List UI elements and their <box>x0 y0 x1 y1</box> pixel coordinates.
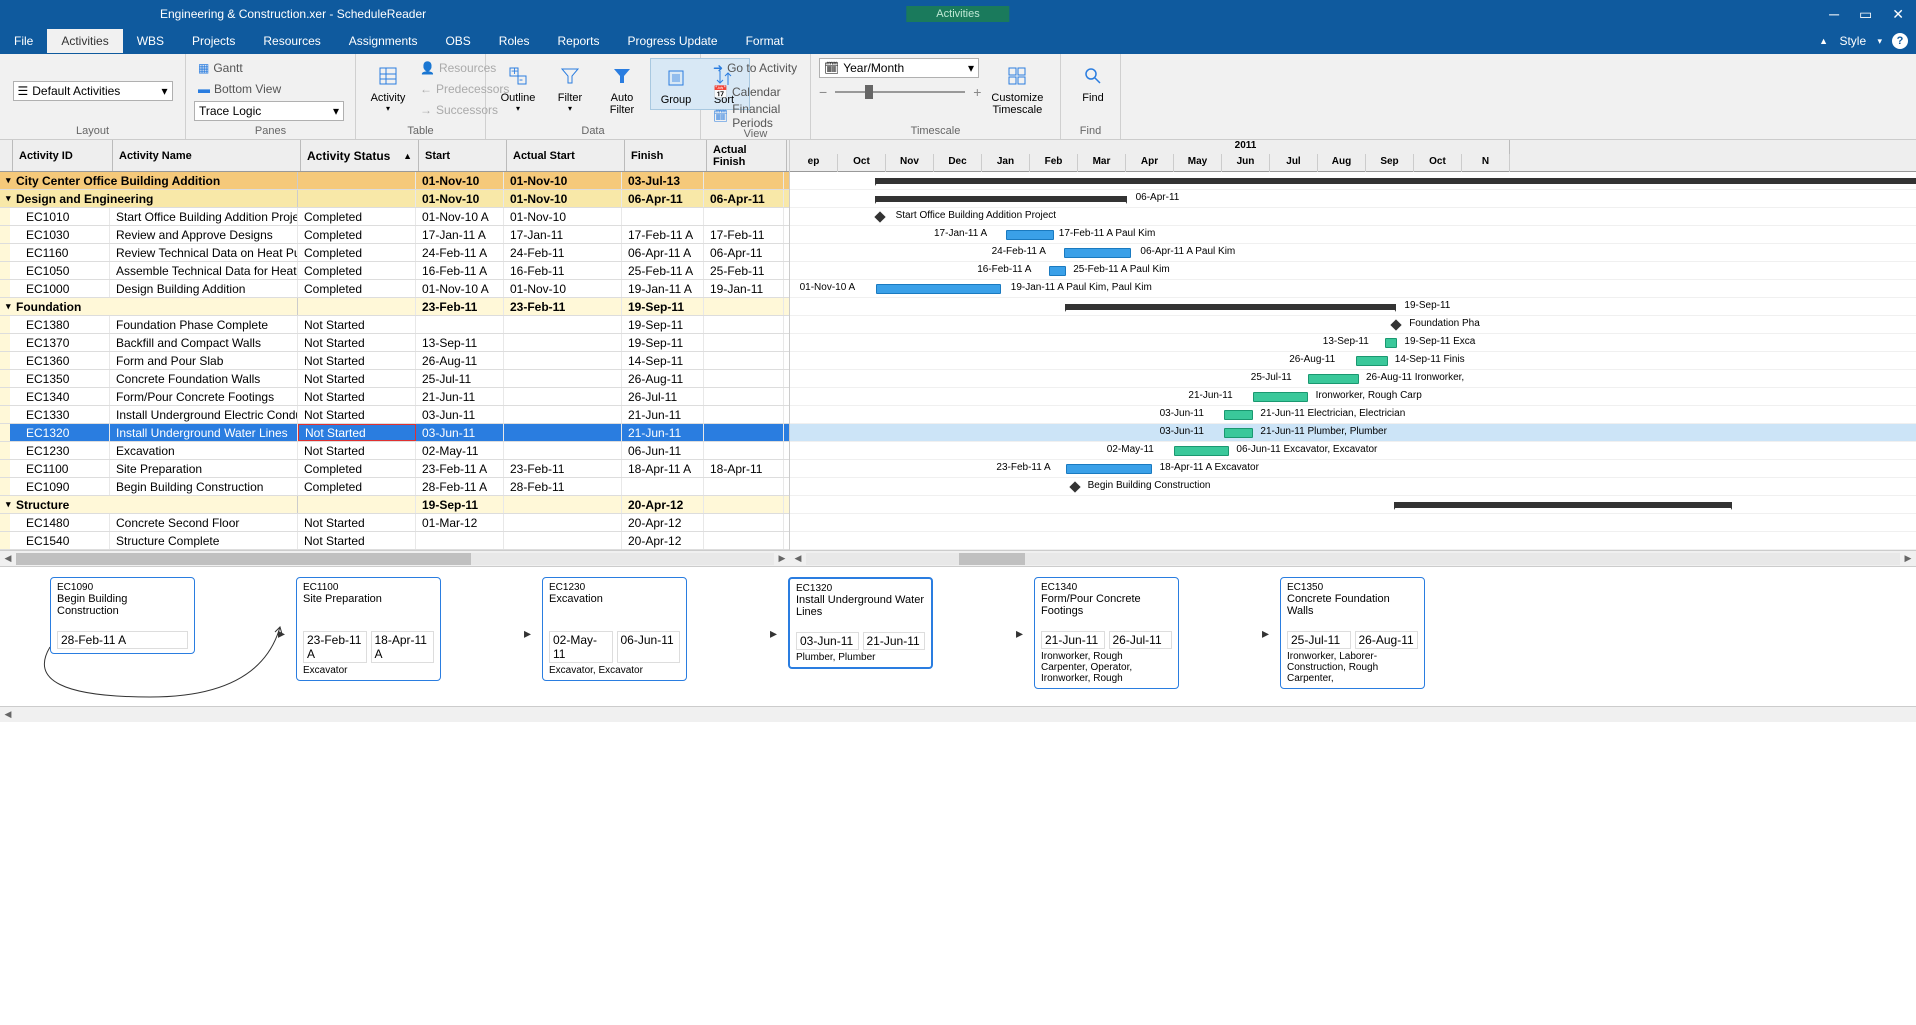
activity-button[interactable]: Activity ▾ <box>364 58 412 115</box>
outline-icon: +- <box>508 66 528 86</box>
collapse-icon[interactable]: ▾ <box>6 499 16 510</box>
activity-row[interactable]: EC1000Design Building AdditionCompleted0… <box>0 280 789 298</box>
link-arrow-icon: ▸ <box>1262 625 1269 642</box>
gantt-button[interactable]: ▦Gantt <box>194 58 285 78</box>
activity-row[interactable]: EC1230ExcavationNot Started02-May-1106-J… <box>0 442 789 460</box>
minimize-icon[interactable]: ─ <box>1829 6 1839 23</box>
filter-button[interactable]: Filter▾ <box>546 58 594 115</box>
context-tab: Activities <box>906 6 1009 22</box>
activity-row[interactable]: EC1050Assemble Technical Data for Heat P… <box>0 262 789 280</box>
menu-assignments[interactable]: Assignments <box>335 29 432 53</box>
title-bar: Engineering & Construction.xer - Schedul… <box>0 0 1916 28</box>
table-hscroll[interactable]: ◀▶ <box>0 550 790 566</box>
band-row[interactable]: ▾ Foundation23-Feb-1123-Feb-1119-Sep-11 <box>0 298 789 316</box>
menu-activities[interactable]: Activities <box>47 29 122 53</box>
menu-file[interactable]: File <box>0 29 47 53</box>
chevron-left-icon[interactable]: ◀ <box>0 709 16 720</box>
customize-timescale-button[interactable]: Customize Timescale <box>985 58 1049 118</box>
activity-row[interactable]: EC1370Backfill and Compact WallsNot Star… <box>0 334 789 352</box>
column-actual-start[interactable]: Actual Start <box>507 140 625 171</box>
menu-roles[interactable]: Roles <box>485 29 544 53</box>
search-icon <box>1083 66 1103 86</box>
activity-row[interactable]: EC1480Concrete Second FloorNot Started01… <box>0 514 789 532</box>
svg-text:-: - <box>519 72 523 86</box>
trace-node[interactable]: EC1340Form/Pour Concrete Footings21-Jun-… <box>1034 577 1179 689</box>
gantt-hscroll[interactable]: ◀▶ <box>790 550 1916 566</box>
column-actual-finish[interactable]: Actual Finish <box>707 140 787 171</box>
document-title: Engineering & Construction.xer - Schedul… <box>160 7 426 21</box>
activity-table: Activity ID Activity Name Activity Statu… <box>0 140 790 550</box>
band-row[interactable]: ▾ City Center Office Building Addition01… <box>0 172 789 190</box>
window-controls: ─ ▭ ✕ <box>1829 6 1916 23</box>
link-arrow-icon: ▸ <box>1016 625 1023 642</box>
find-button[interactable]: Find <box>1069 58 1117 106</box>
group-icon <box>666 68 686 88</box>
trace-logic-pane[interactable]: EC1090Begin Building Construction28-Feb-… <box>0 566 1916 706</box>
band-row[interactable]: ▾ Structure19-Sep-1120-Apr-12 <box>0 496 789 514</box>
column-finish[interactable]: Finish <box>625 140 707 171</box>
collapse-icon[interactable]: ▾ <box>6 175 16 186</box>
activity-row[interactable]: EC1330Install Underground Electric Condu… <box>0 406 789 424</box>
activity-row[interactable]: EC1090Begin Building ConstructionComplet… <box>0 478 789 496</box>
activity-row[interactable]: EC1030Review and Approve DesignsComplete… <box>0 226 789 244</box>
link-arrow-icon: ▸ <box>278 625 285 642</box>
menu-projects[interactable]: Projects <box>178 29 249 53</box>
link-arrow-icon: ▸ <box>770 625 777 642</box>
menu-reports[interactable]: Reports <box>543 29 613 53</box>
bottom-expand-bar[interactable]: ◀ <box>0 706 1916 722</box>
funnel-icon <box>560 66 580 86</box>
menu-wbs[interactable]: WBS <box>123 29 178 53</box>
table-header: Activity ID Activity Name Activity Statu… <box>0 140 789 172</box>
maximize-icon[interactable]: ▭ <box>1859 6 1872 23</box>
activity-row[interactable]: EC1360Form and Pour SlabNot Started26-Au… <box>0 352 789 370</box>
auto-filter-button[interactable]: Auto Filter <box>598 58 646 118</box>
calendar-button[interactable]: 📅Calendar <box>709 82 785 102</box>
menu-obs[interactable]: OBS <box>431 29 484 53</box>
column-activity-id[interactable]: Activity ID <box>13 140 113 171</box>
zoom-slider[interactable]: − + <box>819 84 981 100</box>
trace-node[interactable]: EC1350Concrete Foundation Walls25-Jul-11… <box>1280 577 1425 689</box>
trace-node[interactable]: EC1100Site Preparation23-Feb-11 A18-Apr-… <box>296 577 441 681</box>
layout-select[interactable]: ☰Default Activities▾ <box>13 81 173 101</box>
menu-format[interactable]: Format <box>732 29 798 53</box>
activity-row[interactable]: EC1380Foundation Phase CompleteNot Start… <box>0 316 789 334</box>
funnel-icon <box>612 66 632 86</box>
activity-row[interactable]: EC1540Structure CompleteNot Started20-Ap… <box>0 532 789 550</box>
style-dropdown[interactable]: ▲ Style ▾ ? <box>1819 33 1916 49</box>
band-row[interactable]: ▾ Design and Engineering01-Nov-1001-Nov-… <box>0 190 789 208</box>
financial-periods-button[interactable]: 🗓Financial Periods <box>709 106 802 126</box>
timescale-select[interactable]: 🗓Year/Month▾ <box>819 58 979 78</box>
close-icon[interactable]: ✕ <box>1892 6 1904 23</box>
collapse-icon[interactable]: ▾ <box>6 301 16 312</box>
ribbon: ☰Default Activities▾ Layout ▦Gantt ▬Bott… <box>0 54 1916 140</box>
group-button[interactable]: Group <box>652 60 700 108</box>
menu-resources[interactable]: Resources <box>249 29 334 53</box>
column-activity-name[interactable]: Activity Name <box>113 140 301 171</box>
menu-progress-update[interactable]: Progress Update <box>614 29 732 53</box>
goto-activity-button[interactable]: ➜Go to Activity <box>709 58 801 78</box>
activity-row[interactable]: EC1340Form/Pour Concrete FootingsNot Sta… <box>0 388 789 406</box>
trace-logic-select[interactable]: Trace Logic▾ <box>194 101 344 121</box>
link-arrow-icon: ▸ <box>524 625 531 642</box>
activity-row[interactable]: EC1160Review Technical Data on Heat Pump… <box>0 244 789 262</box>
column-start[interactable]: Start <box>419 140 507 171</box>
table-icon <box>378 66 398 86</box>
grid-icon <box>1007 66 1027 86</box>
activity-row[interactable]: EC1350Concrete Foundation WallsNot Start… <box>0 370 789 388</box>
menu-bar: FileActivitiesWBSProjectsResourcesAssign… <box>0 28 1916 54</box>
gantt-chart[interactable]: 2011epOctNovDecJanFebMarAprMayJunJulAugS… <box>790 140 1916 550</box>
sort-asc-icon: ▲ <box>403 151 412 161</box>
trace-node[interactable]: EC1090Begin Building Construction28-Feb-… <box>50 577 195 654</box>
collapse-icon[interactable]: ▾ <box>6 193 16 204</box>
column-activity-status[interactable]: Activity Status▲ <box>301 140 419 171</box>
trace-node[interactable]: EC1230Excavation02-May-1106-Jun-11Excava… <box>542 577 687 681</box>
outline-button[interactable]: +- Outline▾ <box>494 58 542 115</box>
trace-node[interactable]: EC1320Install Underground Water Lines03-… <box>788 577 933 669</box>
svg-text:+: + <box>511 66 518 78</box>
activity-row[interactable]: EC1010Start Office Building Addition Pro… <box>0 208 789 226</box>
bottom-view-button[interactable]: ▬Bottom View <box>194 79 285 99</box>
activity-row[interactable]: EC1320Install Underground Water LinesNot… <box>0 424 789 442</box>
activity-row[interactable]: EC1100Site PreparationCompleted23-Feb-11… <box>0 460 789 478</box>
help-icon[interactable]: ? <box>1892 33 1908 49</box>
